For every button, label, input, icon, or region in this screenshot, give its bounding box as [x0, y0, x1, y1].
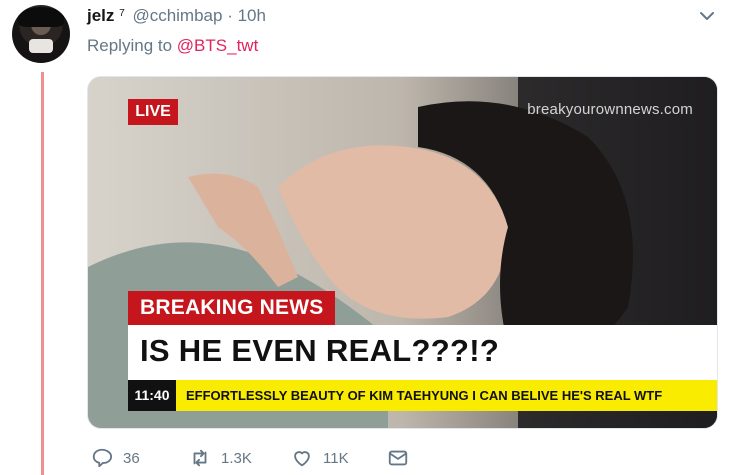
- envelope-icon: [388, 450, 408, 466]
- tweet-header: jelz 7 @cchimbap · 10h: [87, 6, 711, 26]
- heart-icon: [294, 451, 310, 467]
- user-handle[interactable]: @cchimbap: [132, 6, 222, 25]
- headline-text: IS HE EVEN REAL???!?: [140, 333, 500, 368]
- like-button[interactable]: 11K: [291, 445, 349, 471]
- reply-button[interactable]: 36: [91, 445, 140, 471]
- breaking-news-label: BREAKING NEWS: [128, 291, 336, 325]
- avatar[interactable]: [12, 5, 70, 63]
- headline-bar: IS HE EVEN REAL???!?: [128, 325, 717, 380]
- mention-link[interactable]: @BTS_twt: [177, 36, 259, 55]
- chevron-down-icon[interactable]: [699, 10, 715, 22]
- replying-to: Replying to @BTS_twt: [87, 36, 258, 56]
- like-count: 11K: [323, 449, 349, 467]
- direct-message-button[interactable]: [387, 445, 419, 471]
- ticker-text: EFFORTLESSLY BEAUTY OF KIM TAEHYUNG I CA…: [186, 388, 663, 403]
- reply-count: 36: [123, 449, 140, 467]
- avatar-hat: [18, 7, 64, 27]
- tweet-timestamp[interactable]: 10h: [238, 6, 266, 25]
- ticker-time: 11:40: [128, 380, 176, 411]
- avatar-mask: [29, 39, 53, 53]
- replying-to-label: Replying to: [87, 36, 173, 55]
- retweet-icon: [193, 449, 207, 467]
- thread-connector-line: [41, 72, 44, 475]
- separator-dot: ·: [227, 6, 233, 25]
- reply-icon: [92, 448, 113, 468]
- name-badge: 7: [119, 8, 125, 19]
- watermark: breakyourownnews.com: [527, 101, 693, 118]
- tweet-media-image[interactable]: breakyourownnews.com LIVE BREAKING NEWS …: [87, 76, 718, 429]
- news-ticker: 11:40 EFFORTLESSLY BEAUTY OF KIM TAEHYUN…: [128, 380, 717, 411]
- live-badge: LIVE: [128, 99, 178, 125]
- display-name[interactable]: jelz: [87, 6, 114, 25]
- retweet-count: 1.3K: [221, 449, 252, 467]
- retweet-button[interactable]: 1.3K: [189, 445, 252, 471]
